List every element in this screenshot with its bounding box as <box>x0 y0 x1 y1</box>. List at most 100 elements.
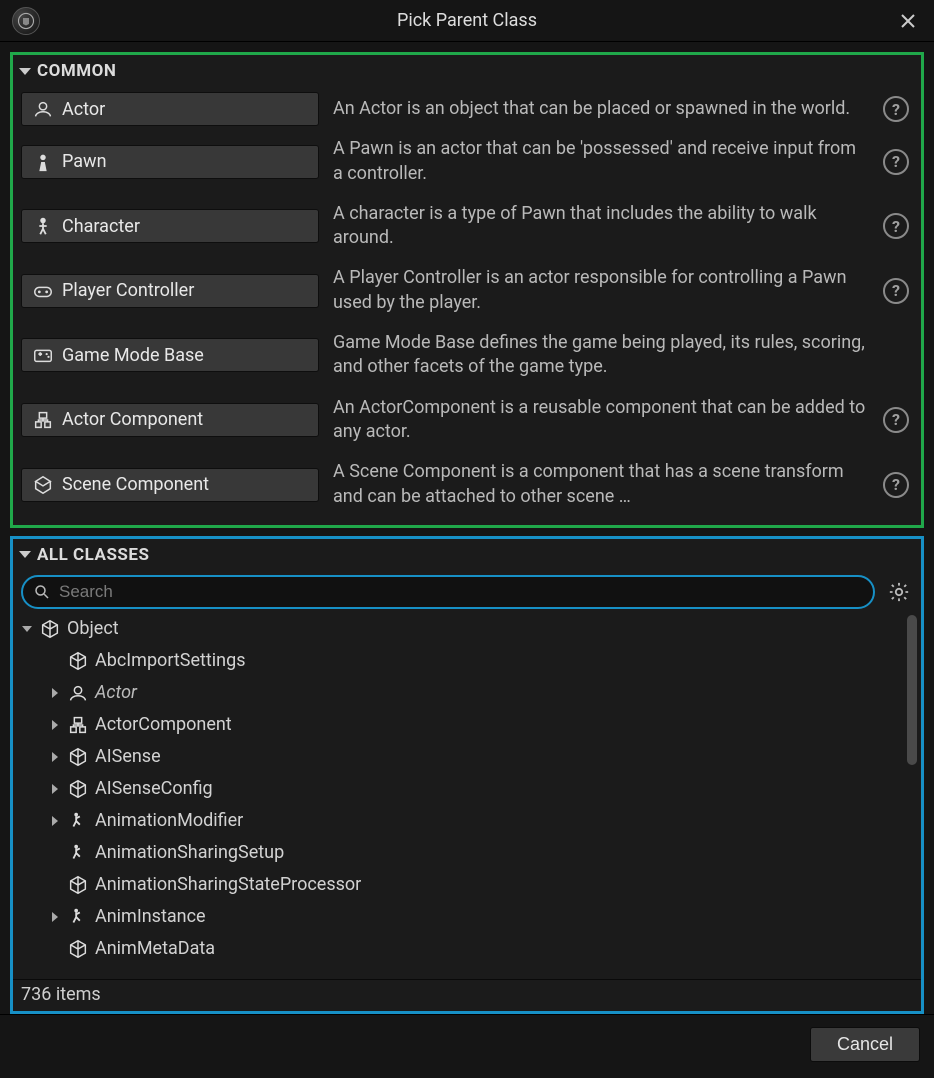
tree-node-label: AnimMetaData <box>95 938 215 959</box>
controller-icon <box>32 280 54 302</box>
search-input[interactable] <box>59 582 863 602</box>
tree-node-label: ActorComponent <box>95 714 232 735</box>
gamemode-icon <box>32 344 54 366</box>
tree-node-label: AnimationSharingSetup <box>95 842 284 863</box>
chevron-right-icon[interactable] <box>49 784 61 794</box>
common-class-list: Actor An Actor is an object that can be p… <box>13 87 921 525</box>
common-class-row: PawnA Pawn is an actor that can be 'poss… <box>21 131 913 192</box>
tree-node-label: AISenseConfig <box>95 778 213 799</box>
class-button-scene-component[interactable]: Scene Component <box>21 468 319 502</box>
tree-node-aisenseconfig[interactable]: AISenseConfig <box>17 773 917 805</box>
titlebar: Pick Parent Class <box>0 0 934 42</box>
scenecomp-icon <box>32 474 54 496</box>
tree-node-label: Actor <box>95 682 137 703</box>
class-button-label: Player Controller <box>62 280 194 301</box>
anim-icon <box>67 906 89 928</box>
tree-node-animationsharingsetup[interactable]: AnimationSharingSetup <box>17 837 917 869</box>
cancel-button[interactable]: Cancel <box>810 1027 920 1062</box>
class-button-pawn[interactable]: Pawn <box>21 145 319 179</box>
actor-icon <box>32 98 54 120</box>
chevron-down-icon[interactable] <box>21 626 33 632</box>
tree-node-object[interactable]: Object <box>17 613 917 645</box>
tree-node-label: AISense <box>95 746 161 767</box>
tree-node-animationsharingstateprocessor[interactable]: AnimationSharingStateProcessor <box>17 869 917 901</box>
help-button[interactable]: ? <box>883 278 909 304</box>
class-tree-container: Object AbcImportSettings Actor ActorCompone… <box>13 613 921 979</box>
chevron-right-icon[interactable] <box>49 720 61 730</box>
tree-node-label: AbcImportSettings <box>95 650 245 671</box>
tree-node-abcimportsettings[interactable]: AbcImportSettings <box>17 645 917 677</box>
class-description: A Scene Component is a component that ha… <box>333 454 869 515</box>
tree-node-label: AnimationModifier <box>95 810 243 831</box>
anim-icon <box>67 810 89 832</box>
search-icon <box>33 583 51 601</box>
chevron-down-icon <box>19 68 31 75</box>
gear-icon <box>888 581 910 603</box>
cube-icon <box>67 650 89 672</box>
class-description: A Player Controller is an actor responsi… <box>333 260 869 321</box>
search-box[interactable] <box>21 575 875 609</box>
cube-icon <box>67 938 89 960</box>
cube-icon <box>67 778 89 800</box>
tree-node-label: Object <box>67 618 119 639</box>
tree-node-label: AnimationSharingStateProcessor <box>95 874 361 895</box>
chevron-down-icon <box>19 551 31 558</box>
character-icon <box>32 215 54 237</box>
pawn-icon <box>32 151 54 173</box>
tree-node-actorcomponent[interactable]: ActorComponent <box>17 709 917 741</box>
window-title: Pick Parent Class <box>0 10 934 31</box>
tree-node-label: AnimInstance <box>95 906 206 927</box>
common-class-row: Actor Component An ActorComponent is a re… <box>21 390 913 451</box>
component-icon <box>67 714 89 736</box>
class-button-label: Scene Component <box>62 474 209 495</box>
class-button-actor-component[interactable]: Actor Component <box>21 403 319 437</box>
tree-node-animinstance[interactable]: AnimInstance <box>17 901 917 933</box>
class-button-label: Game Mode Base <box>62 345 204 366</box>
class-description: An Actor is an object that can be placed… <box>333 91 869 127</box>
close-button[interactable] <box>894 7 922 35</box>
tree-node-aisense[interactable]: AISense <box>17 741 917 773</box>
common-class-row: Scene Component A Scene Component is a co… <box>21 454 913 515</box>
section-common-label: COMMON <box>37 61 116 81</box>
cube-icon <box>67 874 89 896</box>
tree-node-animmetadata[interactable]: AnimMetaData <box>17 933 917 965</box>
class-button-label: Actor Component <box>62 409 203 430</box>
class-button-label: Actor <box>62 99 105 120</box>
section-common: COMMON Actor An Actor is an object that c… <box>10 52 924 528</box>
help-button[interactable]: ? <box>883 213 909 239</box>
section-all-header[interactable]: ALL CLASSES <box>13 539 921 571</box>
cube-icon <box>67 746 89 768</box>
section-common-header[interactable]: COMMON <box>13 55 921 87</box>
help-button[interactable]: ? <box>883 407 909 433</box>
chevron-right-icon[interactable] <box>49 912 61 922</box>
tree-node-actor[interactable]: Actor <box>17 677 917 709</box>
help-button[interactable]: ? <box>883 472 909 498</box>
chevron-right-icon[interactable] <box>49 752 61 762</box>
class-description: Game Mode Base defines the game being pl… <box>333 325 869 386</box>
common-class-row: Character A character is a type of Pawn t… <box>21 196 913 257</box>
dialog-footer: Cancel <box>0 1014 934 1078</box>
section-all-classes: ALL CLASSES Object AbcImportSettings Actor… <box>10 536 924 1014</box>
search-row <box>13 571 921 613</box>
class-button-character[interactable]: Character <box>21 209 319 243</box>
common-class-row: Actor An Actor is an object that can be p… <box>21 91 913 127</box>
actor-icon <box>67 682 89 704</box>
common-class-row: Game Mode Base Game Mode Base defines the… <box>21 325 913 386</box>
common-class-row: Player Controller A Player Controller is … <box>21 260 913 321</box>
class-button-actor[interactable]: Actor <box>21 92 319 126</box>
tree-node-animationmodifier[interactable]: AnimationModifier <box>17 805 917 837</box>
help-button[interactable]: ? <box>883 96 909 122</box>
class-tree: Object AbcImportSettings Actor ActorCompone… <box>17 613 917 965</box>
class-description: An ActorComponent is a reusable componen… <box>333 390 869 451</box>
cube-icon <box>39 618 61 640</box>
chevron-right-icon[interactable] <box>49 816 61 826</box>
scrollbar-thumb[interactable] <box>907 615 917 765</box>
class-description: A character is a type of Pawn that inclu… <box>333 196 869 257</box>
class-button-game-mode-base[interactable]: Game Mode Base <box>21 338 319 372</box>
chevron-right-icon[interactable] <box>49 688 61 698</box>
dialog-body: COMMON Actor An Actor is an object that c… <box>0 42 934 1014</box>
help-button[interactable]: ? <box>883 149 909 175</box>
settings-button[interactable] <box>885 578 913 606</box>
class-button-player-controller[interactable]: Player Controller <box>21 274 319 308</box>
section-all-label: ALL CLASSES <box>37 545 149 565</box>
